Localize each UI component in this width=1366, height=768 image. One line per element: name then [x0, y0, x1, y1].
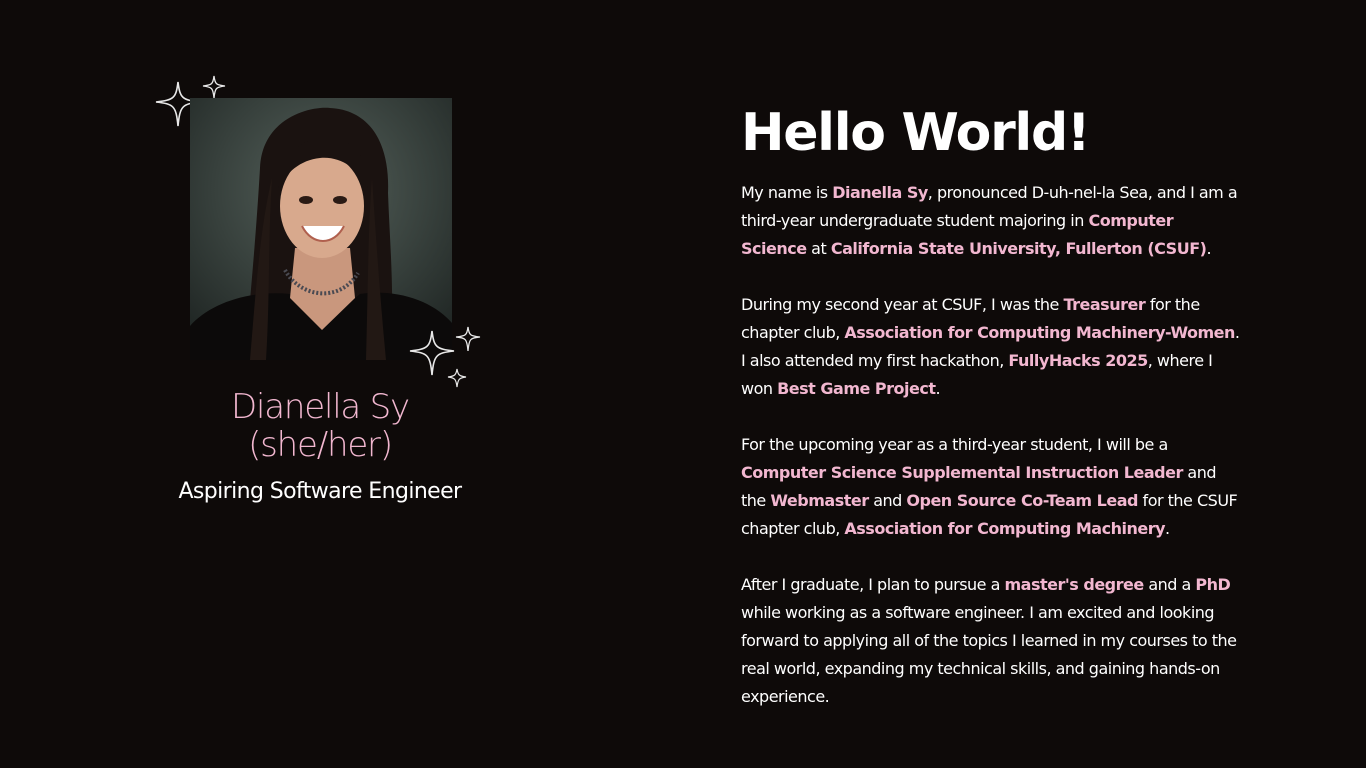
highlight-award: Best Game Project [777, 379, 936, 398]
about-paragraph-2: During my second year at CSUF, I was the… [741, 291, 1241, 403]
profile-photo [190, 98, 452, 360]
highlight-role: Computer Science Supplemental Instructio… [741, 463, 1183, 482]
profile-subtitle: Aspiring Software Engineer [178, 479, 462, 504]
text: After I graduate, I plan to pursue a [741, 575, 1005, 594]
page-title: Hello World! [741, 103, 1091, 163]
highlight-degree: PhD [1195, 575, 1231, 594]
profile-name: Dianella Sy (she/her) [140, 388, 500, 464]
about-section: Hello World! My name is Dianella Sy, pro… [741, 100, 1241, 739]
highlight-degree: master's degree [1004, 575, 1145, 594]
text: and a [1143, 575, 1196, 594]
highlight-name: Dianella Sy [832, 183, 928, 202]
sparkle-icon [409, 326, 481, 388]
name-text: Dianella Sy [231, 387, 410, 427]
text: while working as a software engineer. I … [741, 603, 1237, 706]
highlight-club: Association for Computing Machinery [844, 519, 1166, 538]
text: . [935, 379, 941, 398]
about-paragraph-4: After I graduate, I plan to pursue a mas… [741, 571, 1241, 711]
text: During my second year at CSUF, I was the [741, 295, 1064, 314]
highlight-club: Association for Computing Machinery-Wome… [844, 323, 1235, 342]
text: and [868, 491, 907, 510]
text: . [1165, 519, 1170, 538]
highlight-university: California State University, Fullerton (… [830, 239, 1207, 258]
highlight-hackathon: FullyHacks 2025 [1008, 351, 1148, 370]
text: For the upcoming year as a third-year st… [741, 435, 1168, 454]
highlight-role: Webmaster [770, 491, 869, 510]
page: Dianella Sy (she/her) Aspiring Software … [0, 0, 1366, 768]
text: at [806, 239, 831, 258]
highlight-role: Treasurer [1063, 295, 1146, 314]
about-paragraph-3: For the upcoming year as a third-year st… [741, 431, 1241, 543]
text: . [1206, 239, 1212, 258]
pronouns-text: (she/her) [248, 425, 393, 465]
text: My name is [741, 183, 833, 202]
profile-card: Dianella Sy (she/her) Aspiring Software … [140, 70, 500, 530]
highlight-role: Open Source Co-Team Lead [906, 491, 1138, 510]
about-paragraph-1: My name is Dianella Sy, pronounced D-uh-… [741, 179, 1241, 263]
